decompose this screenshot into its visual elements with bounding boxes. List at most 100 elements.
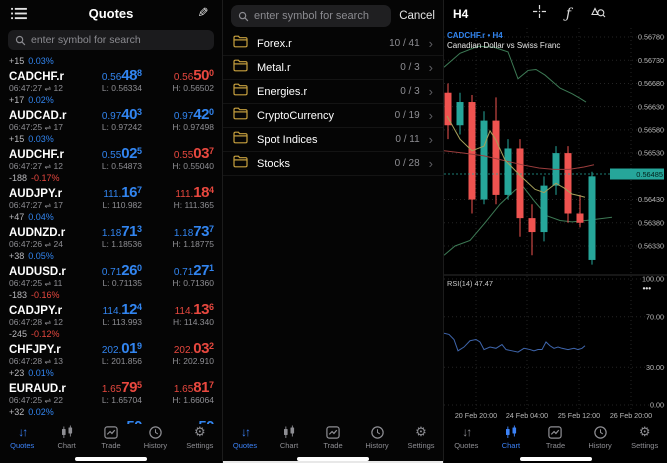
quote-change: +15 0.03% (9, 56, 54, 66)
quote-change: +47 0.04% (9, 212, 54, 222)
tab-history[interactable]: History (133, 422, 177, 454)
search-placeholder: enter symbol for search (254, 10, 369, 22)
edit-pencil-icon[interactable]: ✎ (193, 5, 213, 21)
price-chart[interactable]: 20 Feb 20:00 24 Feb 04:00 25 Feb 12:00 26 F… (444, 28, 667, 420)
spread-icon: ⇌ (44, 84, 52, 93)
quote-low: L: 113.993 (102, 317, 142, 327)
quote-row[interactable]: +47 0.04% AUDNZD.r 1.18713 1.18737 06:47:26 ⇌… (0, 210, 222, 249)
spread-icon: ⇌ (44, 240, 52, 249)
svg-text:100.00: 100.00 (642, 275, 664, 284)
tab-label: History (588, 441, 612, 450)
quote-low: L: 0.71135 (102, 278, 142, 288)
quotes-icon: ↓↑ (241, 425, 251, 439)
spread-icon: ⇌ (44, 201, 52, 210)
quote-high: H: 0.55040 (172, 161, 214, 171)
tab-history[interactable]: History (578, 422, 623, 454)
cancel-button[interactable]: Cancel (399, 10, 435, 22)
indicator-function-icon[interactable]: ƒ (566, 6, 571, 22)
trade-icon (325, 424, 341, 440)
folder-icon (233, 155, 248, 173)
quote-row[interactable]: +15 0.03% AUDCHF.r 0.55025 0.55037 06:47:27 ⇌… (0, 132, 222, 171)
folder-row-forex-r[interactable]: Forex.r 10 / 41 › (223, 32, 443, 56)
tab-label: Chart (279, 441, 299, 450)
history-icon (593, 424, 608, 440)
quote-row[interactable]: -183 -0.16% CADJPY.r 114.124 114.136 06:47:28… (0, 288, 222, 327)
folder-name: Stocks (257, 157, 291, 170)
svg-text:0.56530: 0.56530 (638, 149, 664, 158)
quote-row[interactable]: -245 -0.12% CHFJPY.r 202.019 202.032 06:47:28… (0, 327, 222, 366)
folder-row-energies-r[interactable]: Energies.r 0 / 3 › (223, 80, 443, 104)
tab-settings[interactable]: ⚙ Settings (178, 422, 222, 454)
tabbar-mid: ↓↑ Quotes Chart Trade History ⚙ Settings (223, 422, 443, 454)
history-icon (148, 424, 163, 440)
svg-text:•••: ••• (643, 284, 652, 293)
tab-label: Chart (501, 441, 521, 450)
history-icon (370, 424, 385, 440)
search-input[interactable]: enter symbol for search (8, 30, 214, 50)
svg-text:CADCHF.r • H4: CADCHF.r • H4 (447, 31, 503, 40)
quote-row[interactable]: +38 0.05% AUDUSD.r 0.71260 0.71271 06:47:25 ⇌… (0, 249, 222, 288)
quote-change: +32 0.02% (9, 407, 54, 417)
symbol-search-input[interactable]: enter symbol for search (231, 5, 392, 27)
svg-text:0.00: 0.00 (650, 401, 664, 410)
tab-chart[interactable]: Chart (489, 422, 534, 454)
tab-label: Trade (545, 441, 566, 450)
svg-text:0.56580: 0.56580 (638, 125, 664, 134)
quote-low: L: 110.982 (102, 200, 142, 210)
quote-change: -245 -0.12% (9, 329, 60, 339)
quote-symbol: CADCHF.r (9, 71, 64, 83)
quote-low: L: 1.18536 (101, 239, 142, 249)
folder-row-cryptocurrency[interactable]: CryptoCurrency 0 / 19 › (223, 104, 443, 128)
spread-icon: ⇌ (44, 162, 52, 171)
quote-high: H: 0.71360 (172, 278, 214, 288)
tab-chart[interactable]: Chart (267, 422, 311, 454)
quote-symbol: EURAUD.r (9, 383, 66, 395)
folder-count: 10 / 41 (389, 38, 420, 49)
tab-trade[interactable]: Trade (533, 422, 578, 454)
tab-quotes[interactable]: ↓↑ Quotes (0, 422, 44, 454)
quote-row[interactable]: +17 0.02% AUDCAD.r 0.97403 0.97420 06:47:25 ⇌… (0, 93, 222, 132)
quote-row[interactable]: +23 0.01% EURAUD.r 1.65795 1.65817 06:47:25 ⇌… (0, 366, 222, 405)
folder-list: Forex.r 10 / 41 › Metal.r 0 / 3 › Energies.r 0 … (223, 32, 443, 176)
tab-label: Settings (186, 441, 214, 450)
quote-low: L: 1.65704 (101, 395, 142, 405)
quote-change: +17 0.02% (9, 95, 54, 105)
quote-low: L: 0.56334 (101, 83, 142, 93)
tabbar-right: ↓↑ Quotes Chart Trade History ⚙ Settings (444, 422, 667, 454)
folder-row-stocks[interactable]: Stocks 0 / 28 › (223, 152, 443, 176)
folder-icon (233, 59, 248, 77)
list-menu-icon[interactable] (9, 7, 29, 20)
svg-text:26 Feb 20:00: 26 Feb 20:00 (610, 411, 652, 420)
objects-icon[interactable] (590, 4, 606, 24)
search-placeholder: enter symbol for search (31, 34, 141, 46)
tab-settings[interactable]: ⚙ Settings (622, 422, 667, 454)
price-chart-svg: 20 Feb 20:00 24 Feb 04:00 25 Feb 12:00 26 F… (444, 28, 667, 420)
spread-icon: ⇌ (44, 357, 52, 366)
folder-row-spot-indices[interactable]: Spot Indices 0 / 11 › (223, 128, 443, 152)
quote-symbol: AUDNZD.r (9, 227, 66, 239)
tab-settings[interactable]: ⚙ Settings (399, 422, 443, 454)
chevron-right-icon: › (428, 35, 433, 51)
spread-icon: ⇌ (44, 318, 52, 327)
folder-count: 0 / 28 (394, 158, 420, 169)
quote-row[interactable]: -188 -0.17% AUDJPY.r 111.167 111.184 06:47:27… (0, 171, 222, 210)
timeframe-button[interactable]: H4 (453, 7, 468, 21)
tab-trade[interactable]: Trade (311, 422, 355, 454)
svg-text:0.56680: 0.56680 (638, 79, 664, 88)
tab-trade[interactable]: Trade (89, 422, 133, 454)
quote-time: 06:47:25 ⇌ 22 (9, 395, 63, 405)
tab-chart[interactable]: Chart (44, 422, 88, 454)
symbol-search-screen: enter symbol for search Cancel Forex.r 10… (222, 0, 444, 463)
crosshair-icon[interactable] (532, 4, 547, 24)
folder-row-metal-r[interactable]: Metal.r 0 / 3 › (223, 56, 443, 80)
trading-app: Quotes ✎ enter symbol for search +15 0.03… (0, 0, 667, 463)
quote-row[interactable]: +15 0.03% CADCHF.r 0.56488 0.56500 06:47:27 ⇌… (0, 54, 222, 93)
tab-label: Quotes (10, 441, 35, 450)
tab-history[interactable]: History (355, 422, 399, 454)
tab-quotes[interactable]: ↓↑ Quotes (223, 422, 267, 454)
svg-text:RSI(14) 47.47: RSI(14) 47.47 (447, 279, 493, 288)
quote-symbol: AUDCAD.r (9, 110, 67, 122)
tabbar-left: ↓↑ Quotes Chart Trade History ⚙ Settings (0, 422, 222, 454)
tab-quotes[interactable]: ↓↑ Quotes (444, 422, 489, 454)
chevron-right-icon: › (428, 107, 433, 123)
